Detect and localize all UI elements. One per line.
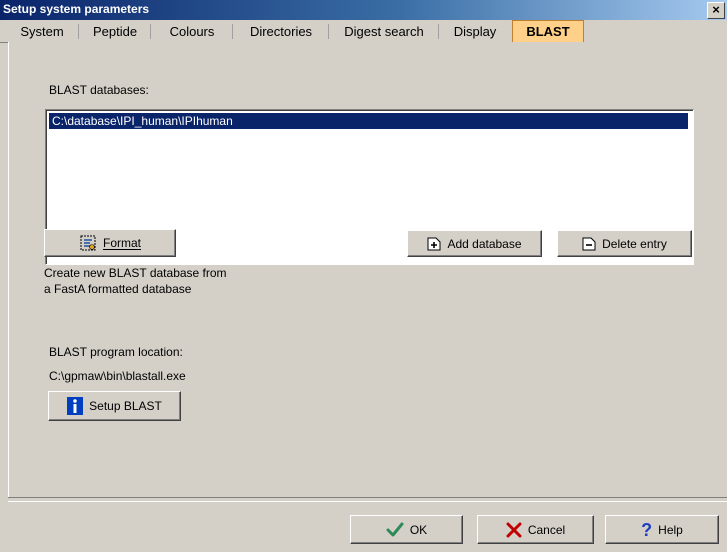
format-button[interactable]: Format [44,229,176,257]
add-database-button[interactable]: Add database [407,230,542,257]
tab-divider [78,24,79,39]
blast-databases-label: BLAST databases: [49,83,149,97]
cancel-label: Cancel [527,522,566,537]
add-database-label: Add database [447,236,522,251]
tab-blast[interactable]: BLAST [512,20,584,42]
setup-blast-button[interactable]: Setup BLAST [48,391,181,421]
format-hint-line2: a FastA formatted database [44,282,192,296]
tab-system[interactable]: System [8,23,76,40]
ok-button[interactable]: OK [350,515,463,544]
tab-divider [150,24,151,39]
help-label: Help [658,522,683,537]
tab-bar: System Peptide Colours Directories Diges… [0,20,727,43]
tab-divider [438,24,439,39]
delete-icon [582,237,596,251]
info-icon [67,397,84,415]
tab-divider [328,24,329,39]
title-bar[interactable]: Setup system parameters × [0,0,727,20]
format-button-label: Format [102,236,141,250]
tab-display[interactable]: Display [442,23,508,40]
footer-divider [8,497,727,502]
tab-directories[interactable]: Directories [236,23,326,40]
tab-peptide[interactable]: Peptide [82,23,148,40]
delete-entry-button[interactable]: Delete entry [557,230,692,257]
add-icon [427,237,441,251]
blast-panel: BLAST databases: C:\database\IPI_human\I… [8,42,727,497]
format-hint-line1: Create new BLAST database from [44,266,227,280]
cancel-button[interactable]: Cancel [477,515,594,544]
window-title: Setup system parameters [3,2,150,16]
tab-digest-search[interactable]: Digest search [332,23,436,40]
dialog-window: Setup system parameters × System Peptide… [0,0,727,552]
dialog-footer: OK Cancel ? Help [0,508,727,552]
blast-program-location-value: C:\gpmaw\bin\blastall.exe [49,369,186,383]
close-button[interactable]: × [707,2,725,19]
help-button[interactable]: ? Help [605,515,719,544]
format-database-icon [79,234,97,252]
checkmark-icon [386,522,404,538]
tab-colours[interactable]: Colours [154,23,230,40]
blast-program-location-label: BLAST program location: [49,345,183,359]
tab-divider [232,24,233,39]
setup-blast-label: Setup BLAST [89,399,162,413]
help-question-icon: ? [641,519,653,540]
ok-label: OK [409,522,428,537]
list-item-selected[interactable]: C:\database\IPI_human\IPIhuman [49,113,688,129]
delete-entry-label: Delete entry [602,236,667,251]
cancel-x-icon [506,522,522,538]
